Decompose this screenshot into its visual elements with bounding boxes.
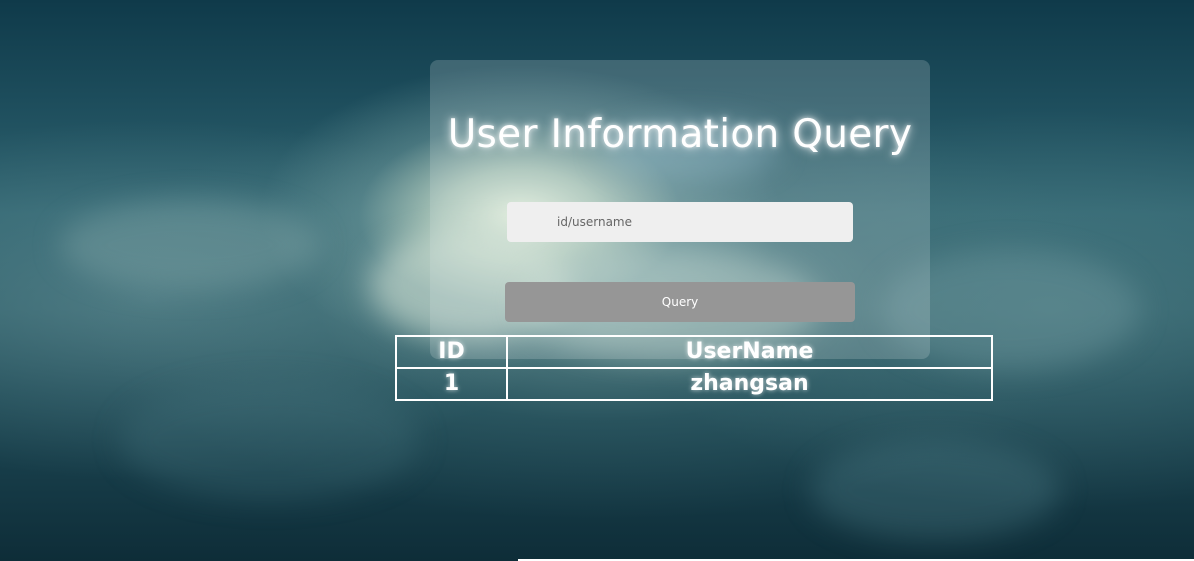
result-table: ID UserName 1 zhangsan: [395, 335, 993, 401]
search-input[interactable]: [507, 202, 853, 242]
table-row: 1 zhangsan: [395, 367, 993, 401]
cloud-shape: [810, 440, 1060, 540]
table-cell-id: 1: [395, 367, 508, 401]
table-cell-username: zhangsan: [506, 367, 993, 401]
table-header-id: ID: [395, 335, 508, 369]
page-title: User Information Query: [447, 112, 913, 157]
cloud-shape: [60, 200, 320, 290]
table-header-username: UserName: [506, 335, 993, 369]
cloud-shape: [120, 380, 420, 500]
query-button[interactable]: Query: [505, 282, 855, 322]
table-header-row: ID UserName: [395, 335, 993, 369]
